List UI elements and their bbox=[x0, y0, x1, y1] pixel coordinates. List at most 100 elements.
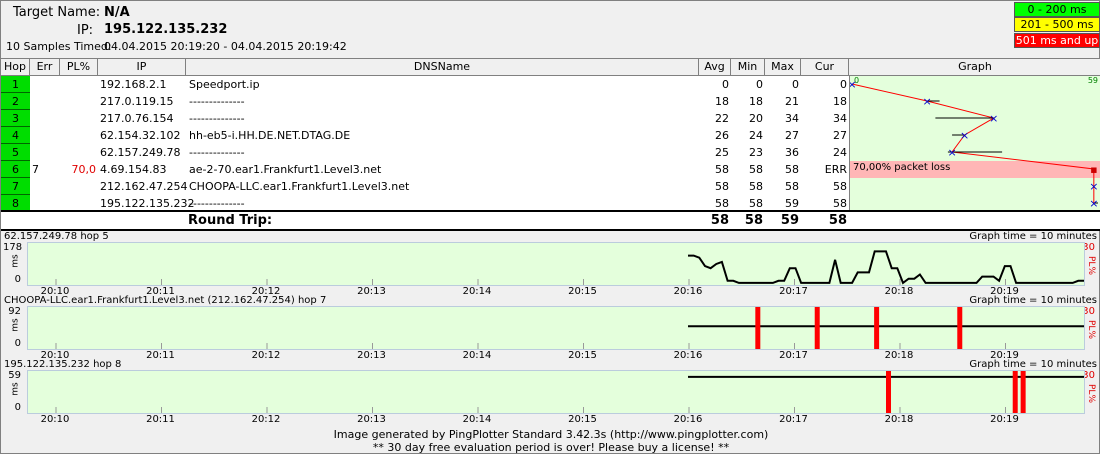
hop-cur: 0 bbox=[840, 78, 847, 91]
hop-row[interactable]: 2 217.0.119.15 -------------- 18 18 21 18 bbox=[1, 93, 1100, 110]
hop-dns: -------------- bbox=[189, 146, 245, 159]
hop-err bbox=[32, 76, 58, 93]
timeline-x-label: 20:14 bbox=[462, 286, 492, 297]
pingplotter-window: Target Name: N/A IP: 195.122.135.232 10 … bbox=[0, 0, 1100, 454]
hop-avg: 25 bbox=[715, 146, 729, 159]
hop-min: 20 bbox=[749, 112, 763, 125]
timeline-ymin: 0 bbox=[14, 338, 21, 349]
hop-dns: -------------- bbox=[189, 95, 245, 108]
hop-err bbox=[32, 93, 58, 110]
timeline-ymin: 0 bbox=[14, 274, 21, 285]
hop-number: 4 bbox=[1, 127, 30, 144]
timeline-x-label: 20:17 bbox=[779, 286, 808, 297]
timeline-loss-bar bbox=[1012, 371, 1018, 413]
ip-value: 195.122.135.232 bbox=[104, 22, 228, 37]
hop-err bbox=[32, 178, 58, 195]
timeline-x-label: 20:13 bbox=[357, 350, 386, 361]
hop-row[interactable]: 4 62.154.32.102 hh-eb5-i.HH.DE.NET.DTAG.DE… bbox=[1, 127, 1100, 144]
hop-row[interactable]: 7 212.162.47.254 CHOOPA-LLC.ear1.Frankfurt… bbox=[1, 178, 1100, 195]
timeline-x-label: 20:16 bbox=[673, 286, 703, 297]
hop-number: 3 bbox=[1, 110, 30, 127]
legend-yellow: 201 - 500 ms bbox=[1014, 17, 1100, 32]
hop-dns: ae-2-70.ear1.Frankfurt1.Level3.net bbox=[189, 163, 382, 176]
timeline-x-label: 20:14 bbox=[462, 414, 492, 425]
hop-cur: 24 bbox=[833, 146, 847, 159]
hop-err bbox=[32, 144, 58, 161]
timeline-unit-ms: ms bbox=[10, 318, 21, 332]
hop-ip: 192.168.2.1 bbox=[100, 78, 167, 91]
hop-avg: 58 bbox=[715, 163, 729, 176]
hop-pl bbox=[60, 127, 96, 144]
hop-number: 2 bbox=[1, 93, 30, 110]
hop-max: 34 bbox=[785, 112, 799, 125]
timeline-loss-bar bbox=[814, 307, 820, 349]
hop-dns: hh-eb5-i.HH.DE.NET.DTAG.DE bbox=[189, 129, 351, 142]
timeline-x-label: 20:18 bbox=[884, 286, 914, 297]
hop-table: Hop Err PL% IP DNSName Avg Min Max Cur G… bbox=[1, 58, 1100, 229]
hop-row[interactable]: 6 7 70,0 4.69.154.83 ae-2-70.ear1.Frankfurt1… bbox=[1, 161, 1100, 178]
hop-avg: 0 bbox=[722, 78, 729, 91]
hop-max: 21 bbox=[785, 95, 799, 108]
round-trip-avg: 58 bbox=[710, 213, 729, 228]
timeline-x-label: 20:17 bbox=[779, 414, 808, 425]
timeline-plot bbox=[27, 242, 1085, 286]
hop-pl: 70,0 bbox=[71, 163, 97, 176]
timeline-loss-bar bbox=[1020, 371, 1026, 413]
footer-license: ** 30 day free evaluation period is over… bbox=[372, 441, 730, 454]
timeline-ymax: 178 bbox=[3, 242, 23, 253]
hop-ip: 62.154.32.102 bbox=[100, 129, 181, 142]
timeline-graph-time: Graph time = 10 minutes bbox=[969, 295, 1097, 306]
hop-min: 0 bbox=[756, 78, 763, 91]
samples-label: 10 Samples Timed: bbox=[6, 40, 112, 53]
hop-row[interactable]: 1 192.168.2.1 Speedport.ip 0 0 0 0 bbox=[1, 76, 1100, 93]
round-trip-label: Round Trip: bbox=[188, 213, 273, 228]
round-trip-max: 59 bbox=[780, 213, 799, 228]
hop-dns: -------------- bbox=[189, 112, 245, 125]
timeline-x-label: 20:15 bbox=[568, 286, 597, 297]
hop-avg: 22 bbox=[715, 112, 729, 125]
col-avg[interactable]: Avg bbox=[699, 59, 731, 76]
col-pl[interactable]: PL% bbox=[60, 59, 98, 76]
timeline-x-label: 20:18 bbox=[884, 414, 914, 425]
ip-label: IP: bbox=[77, 23, 94, 38]
hop-err: 7 bbox=[32, 163, 39, 176]
timeline-graph-time: Graph time = 10 minutes bbox=[969, 231, 1097, 242]
hop-ip: 217.0.119.15 bbox=[100, 95, 174, 108]
hop-pl bbox=[60, 144, 96, 161]
timeline-loss-bar bbox=[886, 371, 891, 413]
hop-ip: 217.0.76.154 bbox=[100, 112, 174, 125]
target-name-label: Target Name: bbox=[13, 5, 101, 20]
col-max[interactable]: Max bbox=[765, 59, 801, 76]
hop-cur: 58 bbox=[833, 180, 847, 193]
timeline-title: 62.157.249.78 hop 5 bbox=[4, 231, 109, 242]
target-name-value: N/A bbox=[104, 5, 130, 20]
hop-number: 1 bbox=[1, 76, 30, 93]
col-min[interactable]: Min bbox=[731, 59, 765, 76]
timeline-x-label: 20:10 bbox=[40, 414, 70, 425]
col-err[interactable]: Err bbox=[30, 59, 60, 76]
hop-ip: 62.157.249.78 bbox=[100, 146, 181, 159]
hop-row[interactable]: 3 217.0.76.154 -------------- 22 20 34 34 bbox=[1, 110, 1100, 127]
hop-min: 58 bbox=[749, 180, 763, 193]
col-ip[interactable]: IP bbox=[98, 59, 186, 76]
hop-number: 6 bbox=[1, 161, 30, 178]
timeline-x-label: 20:13 bbox=[357, 414, 386, 425]
timeline-x-label: 20:13 bbox=[357, 286, 386, 297]
timeline-x-label: 20:11 bbox=[146, 414, 175, 425]
hop-row[interactable]: 5 62.157.249.78 -------------- 25 23 36 24 bbox=[1, 144, 1100, 161]
col-dnsname[interactable]: DNSName bbox=[186, 59, 699, 76]
hop-min: 58 bbox=[749, 163, 763, 176]
hop-min: 18 bbox=[749, 95, 763, 108]
hop-avg: 18 bbox=[715, 95, 729, 108]
col-hop[interactable]: Hop bbox=[1, 59, 30, 76]
timeline-x-label: 20:18 bbox=[884, 350, 914, 361]
hop-max: 0 bbox=[792, 78, 799, 91]
timeline-ymin: 0 bbox=[14, 402, 21, 413]
hop-max: 36 bbox=[785, 146, 799, 159]
hop-err bbox=[32, 110, 58, 127]
hop-err bbox=[32, 127, 58, 144]
col-cur[interactable]: Cur bbox=[801, 59, 849, 76]
col-graph[interactable]: Graph bbox=[849, 59, 1100, 76]
round-trip-cur: 58 bbox=[828, 213, 847, 228]
timeline-plot bbox=[27, 370, 1085, 414]
